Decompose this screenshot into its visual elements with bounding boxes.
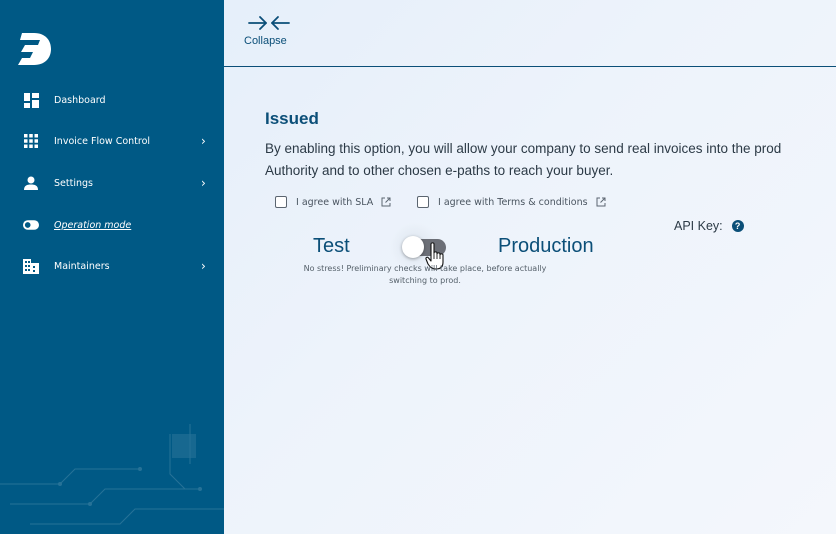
page-title: Issued [265, 109, 319, 128]
api-key-label: API Key: [674, 219, 723, 233]
description-line: By enabling this option, you will allow … [265, 141, 782, 156]
hint-line: No stress! Preliminary checks will take … [303, 264, 547, 273]
collapse-arrows-icon [248, 16, 290, 30]
sidebar-item-label: Settings [54, 177, 93, 189]
external-link-icon[interactable] [596, 197, 606, 207]
hint-text: No stress! Preliminary checks will take … [300, 263, 550, 287]
sidebar-item-label: Operation mode [54, 219, 132, 231]
api-key-field: API Key: ? [674, 219, 744, 233]
sidebar-item-settings[interactable]: Settings › [0, 168, 224, 198]
dashboard-icon [23, 92, 39, 108]
sidebar-item-label: Invoice Flow Control [54, 135, 151, 147]
test-mode-label: Test [313, 235, 350, 257]
production-mode-label: Production [498, 235, 594, 257]
sidebar-item-label: Dashboard [54, 94, 106, 106]
sidebar: Dashboard Invoice Flow Control › Setting… [0, 0, 224, 534]
sidebar-item-operation-mode[interactable]: Operation mode [0, 210, 224, 240]
chevron-right-icon: › [201, 134, 206, 148]
chevron-right-icon: › [201, 259, 206, 273]
description-text: By enabling this option, you will allow … [265, 138, 836, 182]
collapse-label: Collapse [244, 35, 287, 47]
sidebar-item-dashboard[interactable]: Dashboard [0, 85, 224, 115]
top-bar: Collapse [224, 0, 836, 67]
sidebar-item-maintainers[interactable]: Maintainers › [0, 251, 224, 281]
sidebar-item-label: Maintainers [54, 260, 110, 272]
sla-checkbox-label: I agree with SLA [296, 196, 374, 208]
terms-agreement-checkbox[interactable]: I agree with Terms & conditions [417, 194, 606, 210]
toggle-knob[interactable] [402, 236, 424, 258]
toggle-icon [23, 217, 39, 233]
checkbox[interactable] [275, 196, 287, 208]
sla-agreement-checkbox[interactable]: I agree with SLA [275, 194, 391, 210]
help-icon[interactable]: ? [731, 220, 744, 232]
terms-checkbox-label: I agree with Terms & conditions [438, 196, 588, 208]
user-icon [23, 175, 39, 191]
logo-icon[interactable] [16, 30, 52, 68]
sidebar-item-invoice-flow-control[interactable]: Invoice Flow Control › [0, 126, 224, 156]
building-icon [23, 258, 39, 274]
external-link-icon[interactable] [381, 197, 391, 207]
checkbox[interactable] [417, 196, 429, 208]
hint-line: switching to prod. [389, 276, 461, 285]
description-line: Authority and to other chosen e-paths to… [265, 163, 614, 178]
chevron-right-icon: › [201, 176, 206, 190]
circuit-pattern-icon [0, 424, 224, 525]
grid-icon [23, 133, 39, 149]
collapse-button[interactable]: Collapse [244, 14, 304, 54]
